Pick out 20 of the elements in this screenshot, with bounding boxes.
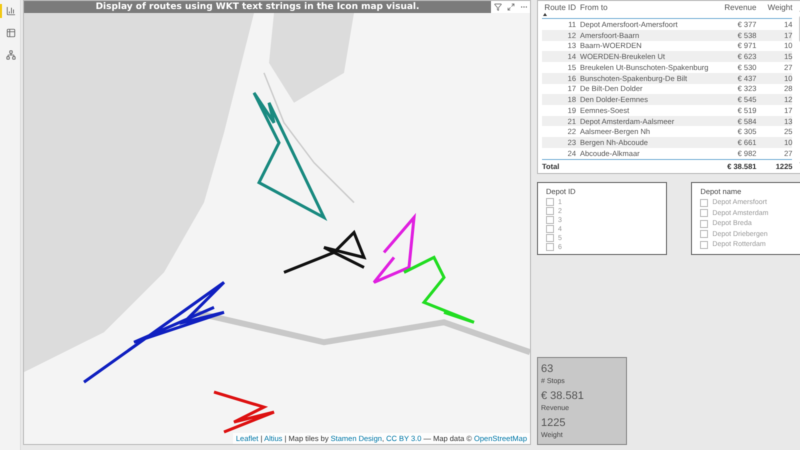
column-header[interactable]: Route ID [542, 3, 576, 16]
checkbox[interactable] [546, 243, 554, 251]
checkbox[interactable] [546, 207, 554, 215]
kpi-value: 1225 [541, 418, 566, 429]
checkbox[interactable] [546, 198, 554, 206]
kpi-value: 63 [541, 364, 554, 375]
checkbox[interactable] [546, 216, 554, 224]
checkbox[interactable] [546, 225, 554, 233]
checkbox[interactable] [700, 209, 708, 218]
column-header[interactable]: Revenue [712, 3, 756, 16]
column-header[interactable]: Weight [760, 3, 792, 16]
filter-icon[interactable] [491, 1, 504, 13]
visual-title: Display of routes using WKT text strings in the Icon map visual. [24, 1, 491, 13]
checkbox[interactable] [700, 230, 708, 238]
checkbox[interactable] [700, 198, 708, 207]
checkbox[interactable] [700, 220, 708, 228]
checkbox[interactable] [700, 240, 708, 249]
checkbox[interactable] [546, 234, 554, 242]
kpi-value: € 38.581 [541, 391, 585, 402]
column-header[interactable]: From to [580, 3, 708, 16]
